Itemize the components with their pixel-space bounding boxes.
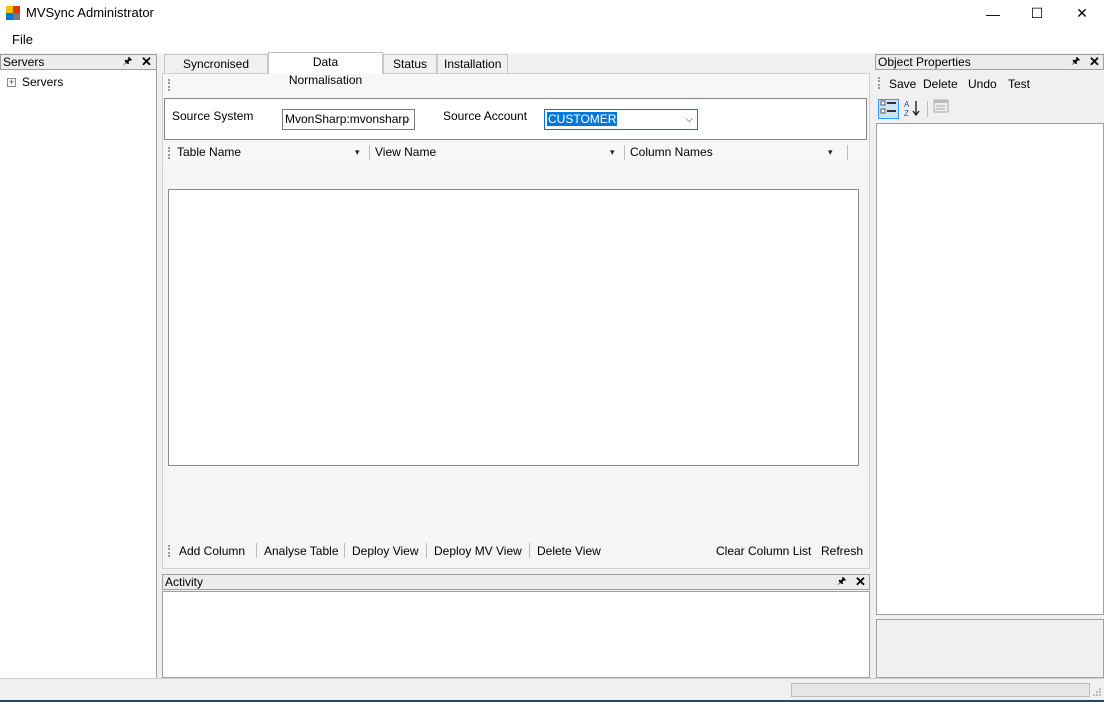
source-account-select[interactable]: CUSTOMER ⌵ [544, 109, 698, 130]
source-account-label: Source Account [443, 109, 528, 123]
columns-list-box[interactable] [168, 189, 859, 466]
save-button[interactable]: Save [889, 76, 916, 92]
app-icon [6, 6, 20, 20]
property-pages-button[interactable] [930, 99, 951, 119]
separator [529, 543, 530, 558]
tab-label: Data Normalisation [288, 55, 363, 87]
analyse-table-button[interactable]: Analyse Table [264, 543, 339, 559]
column-names-label: Column Names [630, 145, 713, 159]
servers-tree-root[interactable]: + Servers [7, 75, 63, 89]
pin-icon[interactable]: 🖈 [1071, 55, 1080, 69]
top-toolstrip [163, 74, 869, 96]
dropdown-arrow-icon: ▾ [610, 147, 615, 157]
dropdown-arrow-icon: ▾ [355, 147, 360, 157]
servers-panel: Servers 🖈 ✕ + Servers [0, 54, 157, 678]
activity-log[interactable] [162, 591, 870, 678]
progress-bar [791, 683, 1090, 697]
properties-panel-title: Object Properties [878, 55, 971, 69]
window-title: MVSync Administrator [26, 5, 154, 20]
delete-button[interactable]: Delete [923, 76, 958, 92]
maximize-icon: ☐ [1030, 5, 1044, 21]
minimize-icon: — [986, 5, 1000, 22]
close-window-button[interactable]: ✕ [1059, 0, 1104, 27]
menu-bar: File [0, 27, 1104, 53]
expand-icon[interactable]: + [7, 77, 16, 87]
table-name-label: Table Name [177, 145, 242, 159]
categorized-view-button[interactable] [878, 99, 899, 119]
refresh-button[interactable]: Refresh [821, 543, 863, 559]
deploy-mv-view-button[interactable]: Deploy MV View [434, 543, 522, 559]
pin-icon[interactable]: 🖈 [123, 55, 132, 69]
grip-handle[interactable] [878, 77, 881, 89]
separator [426, 543, 427, 558]
activity-panel-header: Activity 🖈 ✕ [162, 574, 870, 590]
pin-icon[interactable]: 🖈 [837, 575, 846, 589]
properties-toolbar: Save Delete Undo Test [875, 71, 1104, 95]
column-names-dropdown[interactable]: Column Names ▾ [630, 142, 840, 162]
add-column-button[interactable]: Add Column [179, 543, 245, 559]
separator [624, 145, 625, 160]
tab-label: Status [392, 57, 428, 71]
property-grid[interactable] [876, 123, 1104, 615]
property-description-pane [876, 619, 1104, 678]
grip-handle[interactable] [168, 79, 171, 91]
tab-installation[interactable]: Installation [437, 54, 508, 73]
dropdown-arrow-icon: ▾ [828, 147, 833, 157]
close-panel-icon[interactable]: ✕ [141, 54, 152, 70]
status-bar [0, 678, 1104, 702]
view-name-label: View Name [375, 145, 437, 159]
source-account-value: CUSTOMER [547, 112, 618, 126]
tab-syncronised-files[interactable]: Syncronised Files [164, 54, 268, 89]
chevron-down-icon: ⌵ [402, 114, 410, 125]
test-button[interactable]: Test [1008, 76, 1030, 92]
resize-grip-icon[interactable] [1092, 687, 1102, 697]
source-system-select[interactable]: MvonSharp:mvonsharp ⌵ [282, 109, 415, 130]
separator [847, 145, 848, 160]
clear-column-list-button[interactable]: Clear Column List [716, 543, 811, 559]
alphabetical-view-button[interactable]: A Z [901, 99, 922, 119]
tab-label: Installation [444, 57, 502, 71]
menu-file[interactable]: File [12, 32, 33, 47]
svg-text:A: A [904, 100, 910, 109]
maximize-button[interactable]: ☐ [1014, 0, 1060, 27]
separator [256, 543, 257, 558]
close-icon: ✕ [1076, 5, 1088, 21]
table-name-dropdown[interactable]: Table Name ▾ [177, 142, 364, 162]
tab-status[interactable]: Status [383, 54, 437, 73]
view-name-dropdown[interactable]: View Name ▾ [375, 142, 620, 162]
grip-handle[interactable] [168, 545, 171, 557]
close-panel-icon[interactable]: ✕ [855, 574, 866, 590]
deploy-view-button[interactable]: Deploy View [352, 543, 418, 559]
sort-alphabetical-icon: A Z [904, 100, 920, 118]
separator [369, 145, 370, 160]
columns-toolstrip: Table Name ▾ View Name ▾ Column Names ▾ [164, 142, 867, 164]
source-system-value: MvonSharp:mvonsharp [285, 112, 410, 126]
separator [344, 543, 345, 558]
undo-button[interactable]: Undo [968, 76, 997, 92]
categorized-icon [880, 100, 896, 114]
minimize-button[interactable]: — [970, 0, 1016, 27]
tab-data-normalisation[interactable]: Data Normalisation [268, 52, 383, 87]
grip-handle[interactable] [168, 147, 171, 159]
source-system-label: Source System [172, 109, 254, 123]
property-pages-icon [933, 99, 948, 113]
delete-view-button[interactable]: Delete View [537, 543, 601, 559]
svg-text:Z: Z [904, 109, 909, 117]
separator [927, 101, 928, 117]
title-bar: MVSync Administrator — ☐ ✕ [0, 0, 1104, 27]
activity-panel-title: Activity [165, 575, 204, 589]
close-panel-icon[interactable]: ✕ [1089, 54, 1100, 70]
chevron-down-icon: ⌵ [685, 114, 693, 125]
actions-toolstrip: Add Column Analyse Table Deploy View Dep… [163, 540, 869, 562]
properties-view-toolbar: A Z [875, 96, 1104, 122]
servers-panel-title: Servers [3, 55, 45, 69]
servers-panel-header: Servers 🖈 ✕ [0, 54, 157, 70]
servers-tree-label[interactable]: Servers [22, 75, 63, 89]
source-group: Source System MvonSharp:mvonsharp ⌵ Sour… [164, 98, 867, 140]
properties-panel-header: Object Properties 🖈 ✕ [875, 54, 1104, 70]
